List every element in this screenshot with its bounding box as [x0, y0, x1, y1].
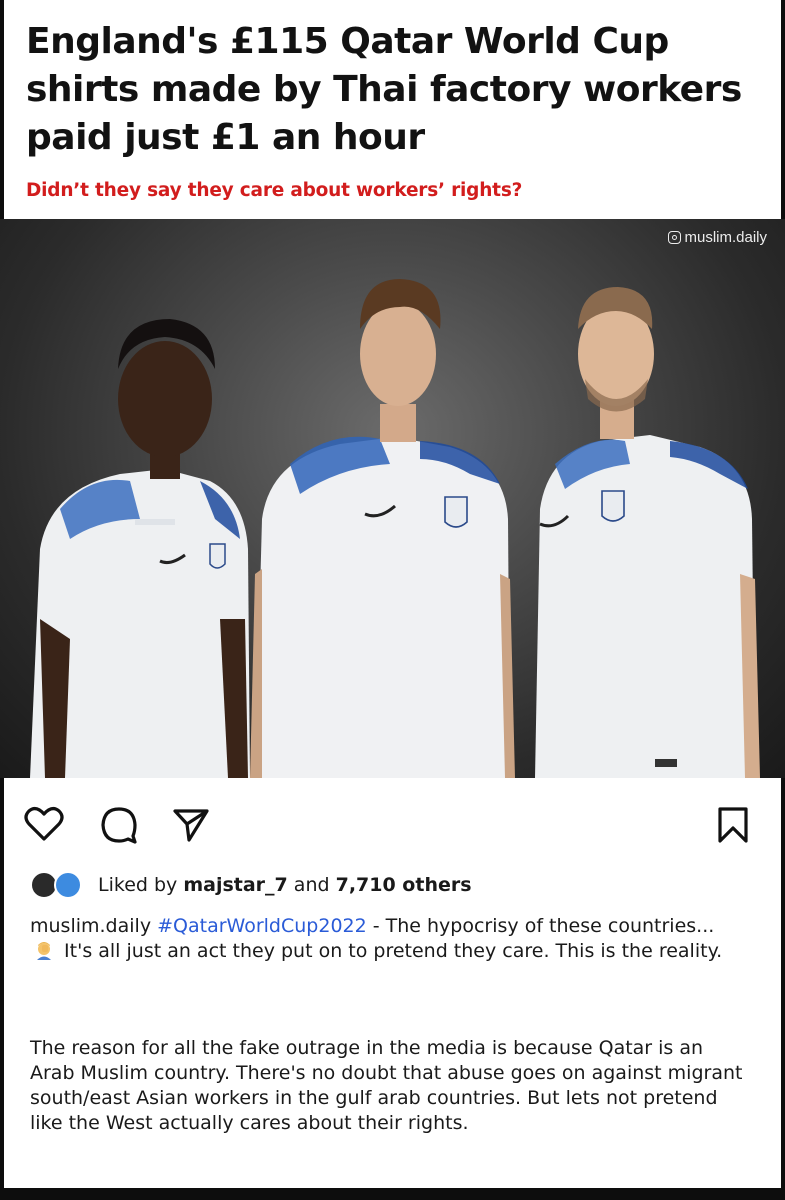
post-frame: England's £115 Qatar World Cup shirts ma…	[0, 0, 785, 1200]
heart-icon[interactable]	[24, 806, 64, 847]
avatar	[54, 871, 82, 899]
caption-hashtag[interactable]: #QatarWorldCup2022	[157, 915, 367, 937]
article-subheadline: Didn’t they say they care about workers’…	[26, 180, 523, 201]
player-center	[250, 279, 515, 778]
post-action-bar	[0, 800, 785, 850]
liker-avatars	[30, 871, 92, 899]
caption-text-2: It's all just an act they put on to pret…	[58, 940, 723, 962]
likes-summary[interactable]: Liked by majstar_7 and 7,710 others	[30, 870, 472, 900]
likes-middle: and	[287, 874, 336, 896]
bookmark-icon[interactable]	[716, 806, 750, 849]
likes-text: Liked by majstar_7 and 7,710 others	[98, 874, 472, 896]
player-left	[30, 319, 250, 778]
article-headline: England's £115 Qatar World Cup shirts ma…	[26, 21, 742, 158]
photo-watermark: muslim.daily	[668, 229, 767, 246]
instagram-icon	[668, 231, 682, 244]
likes-count[interactable]: 7,710 others	[336, 874, 472, 896]
comment-icon[interactable]	[100, 806, 138, 849]
caption-username[interactable]: muslim.daily	[30, 915, 151, 937]
likes-prefix: Liked by	[98, 874, 184, 896]
frame-edge-bottom	[0, 1188, 785, 1200]
players-illustration	[30, 279, 760, 778]
liker-username[interactable]: majstar_7	[183, 874, 287, 896]
post-caption: muslim.daily #QatarWorldCup2022 - The hy…	[30, 914, 730, 964]
post-body-paragraph: The reason for all the fake outrage in t…	[30, 1037, 743, 1134]
post-photo[interactable]: muslim.daily	[0, 219, 785, 778]
person-facepalming-emoji	[37, 942, 51, 960]
watermark-text: muslim.daily	[684, 229, 767, 246]
caption-text-1: - The hypocrisy of these countries...	[366, 915, 715, 937]
send-icon[interactable]	[172, 806, 210, 849]
player-right	[535, 287, 760, 778]
